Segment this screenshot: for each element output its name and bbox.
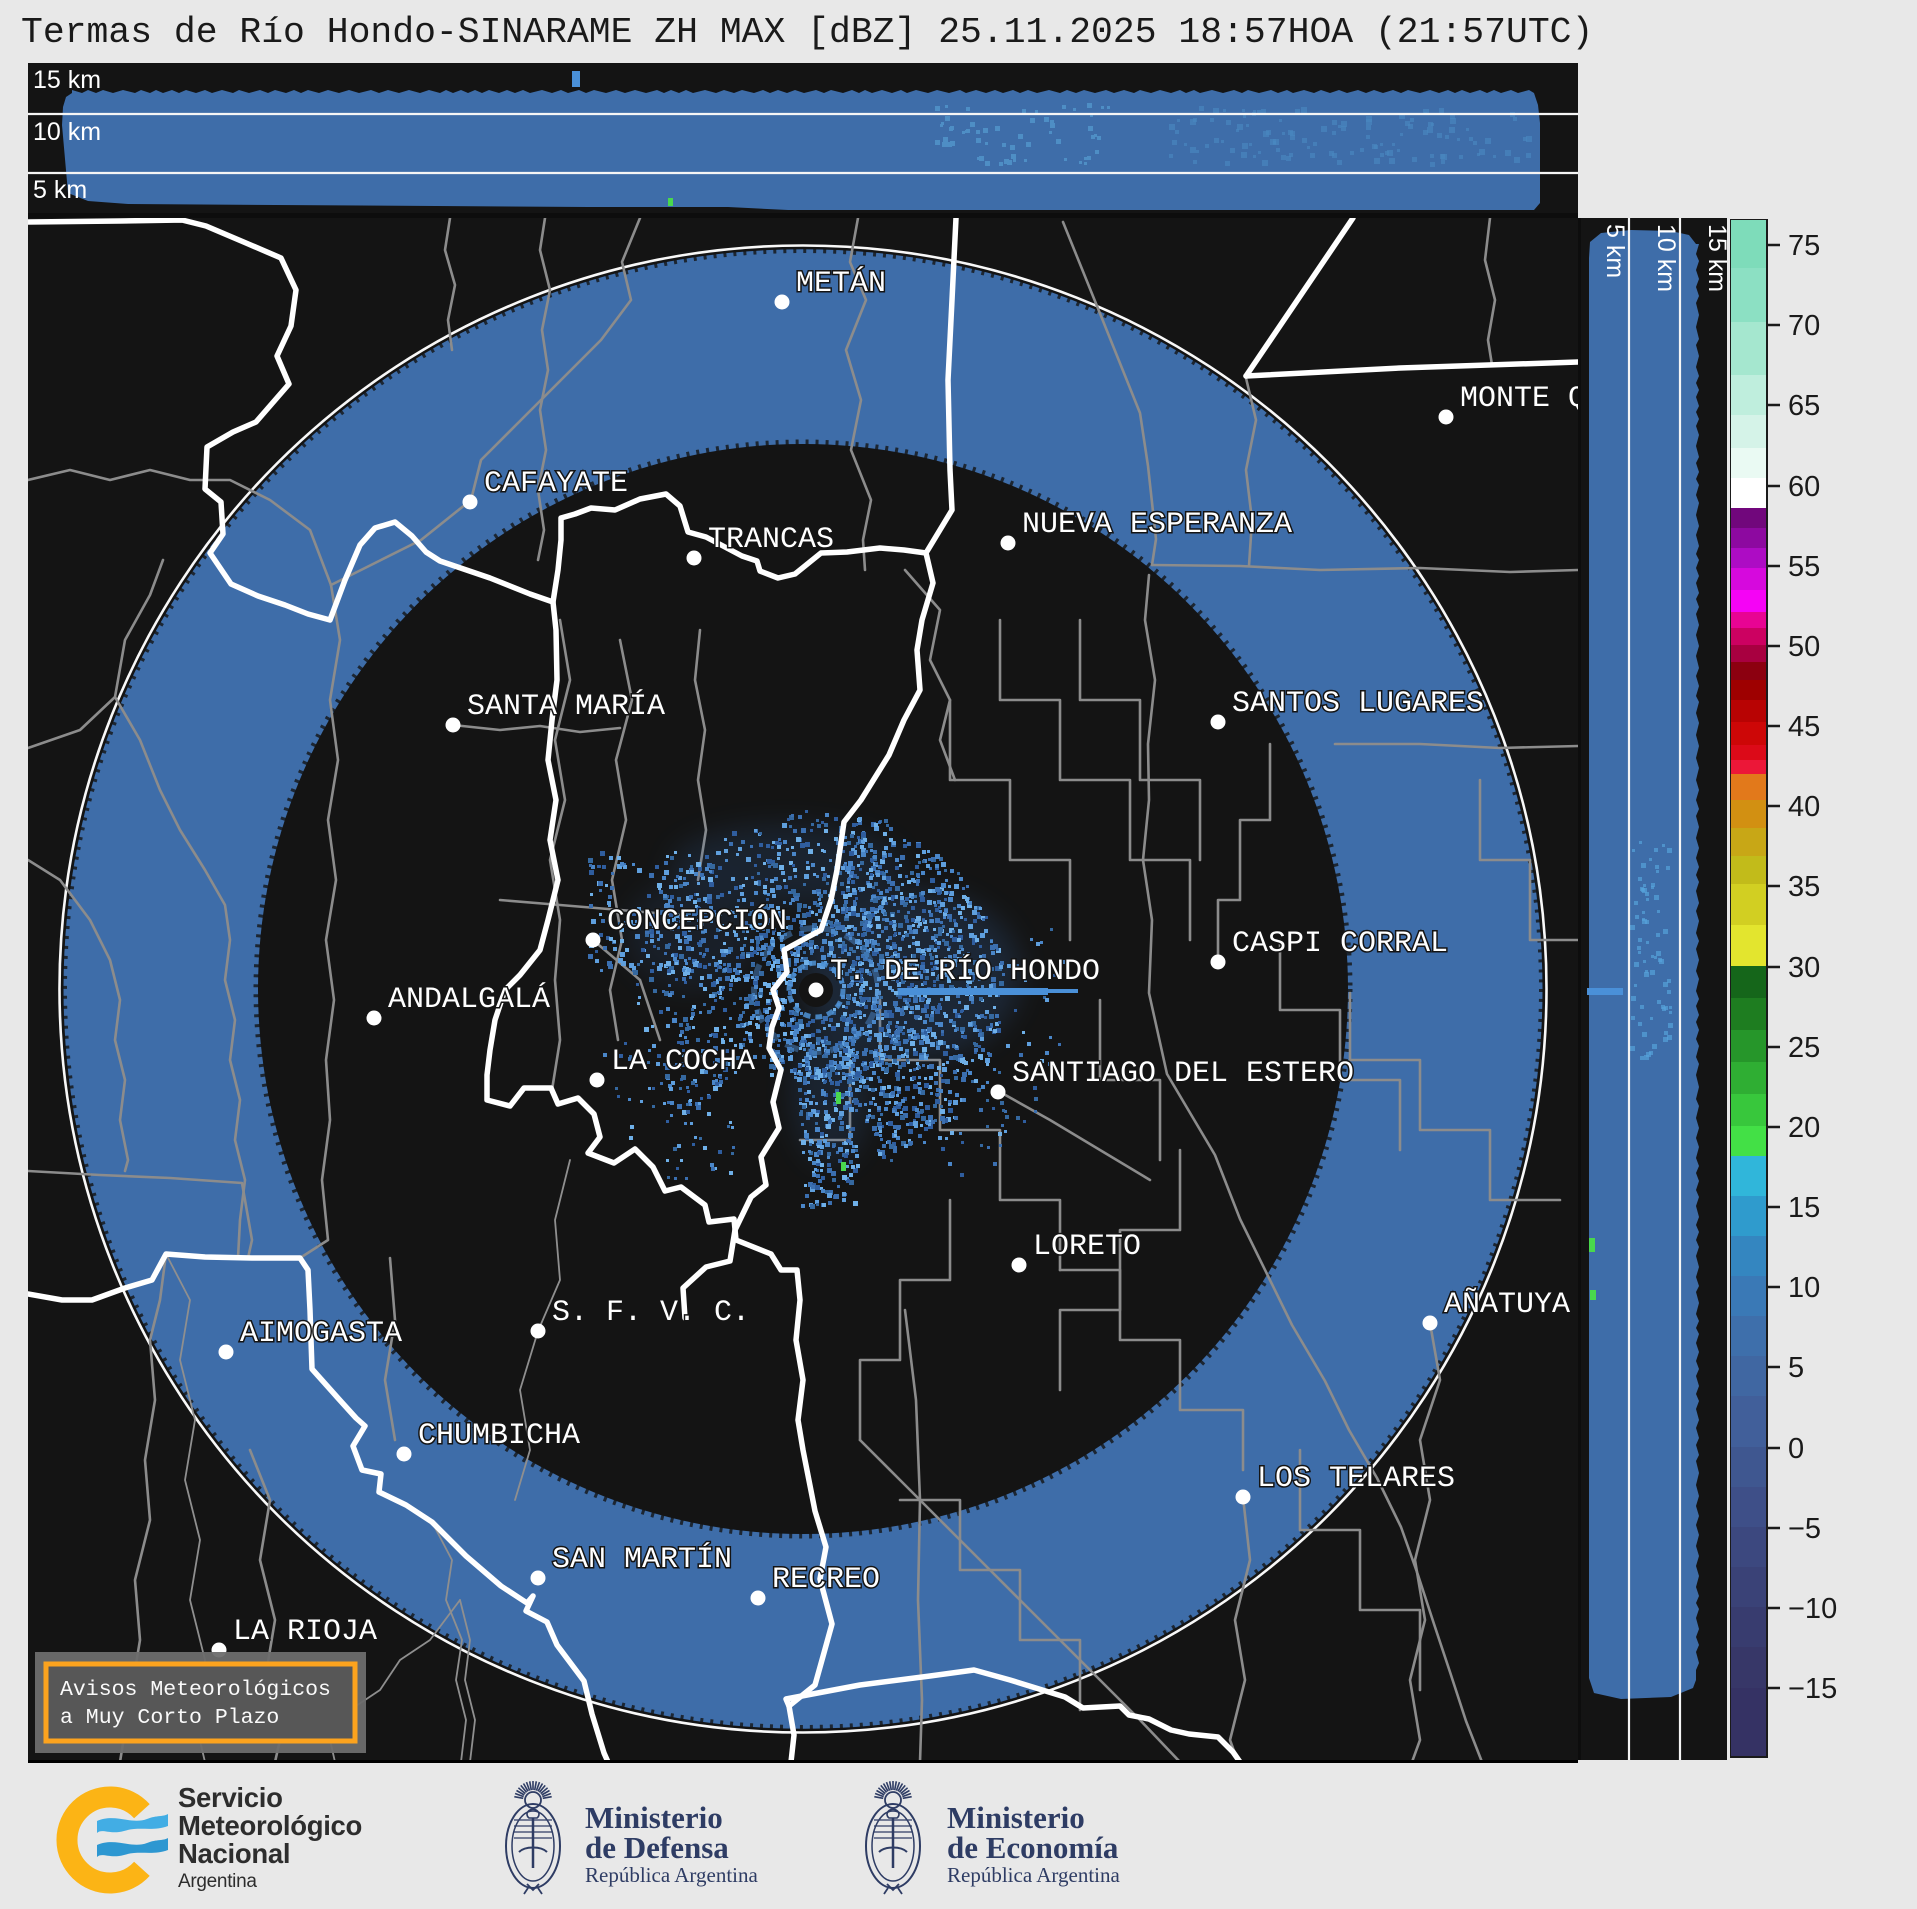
svg-text:10 km: 10 km bbox=[33, 118, 101, 146]
svg-text:SANTIAGO DEL ESTERO: SANTIAGO DEL ESTERO bbox=[1012, 1057, 1354, 1091]
svg-text:LA RIOJA: LA RIOJA bbox=[233, 1615, 377, 1649]
svg-text:a Muy Corto Plazo: a Muy Corto Plazo bbox=[60, 1706, 279, 1730]
svg-text:de Defensa: de Defensa bbox=[585, 1830, 729, 1865]
svg-text:CAFAYATE: CAFAYATE bbox=[484, 467, 628, 501]
svg-text:10 km: 10 km bbox=[1652, 224, 1680, 292]
svg-text:LORETO: LORETO bbox=[1033, 1230, 1141, 1264]
svg-text:MONTE QUEMADO: MONTE QUEMADO bbox=[1460, 382, 1578, 416]
svg-text:AÑATUYA: AÑATUYA bbox=[1444, 1287, 1570, 1322]
svg-text:−15: −15 bbox=[1788, 1673, 1837, 1705]
svg-text:Argentina: Argentina bbox=[178, 1871, 257, 1892]
svg-text:LA COCHA: LA COCHA bbox=[611, 1045, 755, 1079]
svg-text:METÁN: METÁN bbox=[796, 266, 886, 301]
svg-text:de Economía: de Economía bbox=[947, 1830, 1119, 1865]
svg-text:Meteorológico: Meteorológico bbox=[178, 1810, 362, 1841]
svg-text:T. DE RÍO HONDO: T. DE RÍO HONDO bbox=[830, 954, 1100, 989]
svg-text:50: 50 bbox=[1788, 631, 1820, 663]
svg-text:CASPI CORRAL: CASPI CORRAL bbox=[1232, 927, 1448, 961]
svg-text:TRANCAS: TRANCAS bbox=[708, 523, 834, 557]
svg-text:5 km: 5 km bbox=[1601, 224, 1629, 278]
svg-text:CHUMBICHA: CHUMBICHA bbox=[418, 1419, 580, 1453]
svg-text:75: 75 bbox=[1788, 230, 1820, 262]
svg-text:55: 55 bbox=[1788, 551, 1820, 583]
svg-text:ANDALGALÁ: ANDALGALÁ bbox=[388, 982, 550, 1017]
svg-text:5: 5 bbox=[1788, 1352, 1804, 1384]
svg-text:40: 40 bbox=[1788, 791, 1820, 823]
svg-text:30: 30 bbox=[1788, 952, 1820, 984]
svg-text:20: 20 bbox=[1788, 1112, 1820, 1144]
svg-text:RECREO: RECREO bbox=[772, 1563, 880, 1597]
svg-text:Avisos Meteorológicos: Avisos Meteorológicos bbox=[60, 1678, 331, 1702]
svg-text:15 km: 15 km bbox=[1703, 224, 1727, 292]
svg-text:SANTOS LUGARES: SANTOS LUGARES bbox=[1232, 687, 1484, 721]
svg-text:0: 0 bbox=[1788, 1433, 1804, 1465]
svg-text:35: 35 bbox=[1788, 871, 1820, 903]
svg-text:65: 65 bbox=[1788, 390, 1820, 422]
svg-text:República Argentina: República Argentina bbox=[585, 1863, 758, 1887]
svg-text:SAN MARTÍN: SAN MARTÍN bbox=[552, 1542, 732, 1577]
svg-text:República Argentina: República Argentina bbox=[947, 1863, 1120, 1887]
svg-text:−5: −5 bbox=[1788, 1513, 1821, 1545]
svg-text:70: 70 bbox=[1788, 310, 1820, 342]
svg-text:SANTA MARÍA: SANTA MARÍA bbox=[467, 689, 665, 724]
svg-text:AIMOGASTA: AIMOGASTA bbox=[240, 1317, 402, 1351]
svg-text:LOS TELARES: LOS TELARES bbox=[1257, 1462, 1455, 1496]
svg-text:S. F. V. C.: S. F. V. C. bbox=[552, 1296, 750, 1330]
svg-text:60: 60 bbox=[1788, 471, 1820, 503]
svg-text:45: 45 bbox=[1788, 711, 1820, 743]
svg-text:15: 15 bbox=[1788, 1192, 1820, 1224]
svg-text:5 km: 5 km bbox=[33, 176, 87, 204]
svg-text:25: 25 bbox=[1788, 1032, 1820, 1064]
svg-text:Nacional: Nacional bbox=[178, 1838, 290, 1869]
svg-text:Servicio: Servicio bbox=[178, 1782, 283, 1813]
svg-text:CONCEPCIÓN: CONCEPCIÓN bbox=[607, 904, 787, 939]
svg-text:10: 10 bbox=[1788, 1272, 1820, 1304]
svg-text:NUEVA ESPERANZA: NUEVA ESPERANZA bbox=[1022, 508, 1292, 542]
svg-text:15 km: 15 km bbox=[33, 66, 101, 94]
svg-text:−10: −10 bbox=[1788, 1593, 1837, 1625]
